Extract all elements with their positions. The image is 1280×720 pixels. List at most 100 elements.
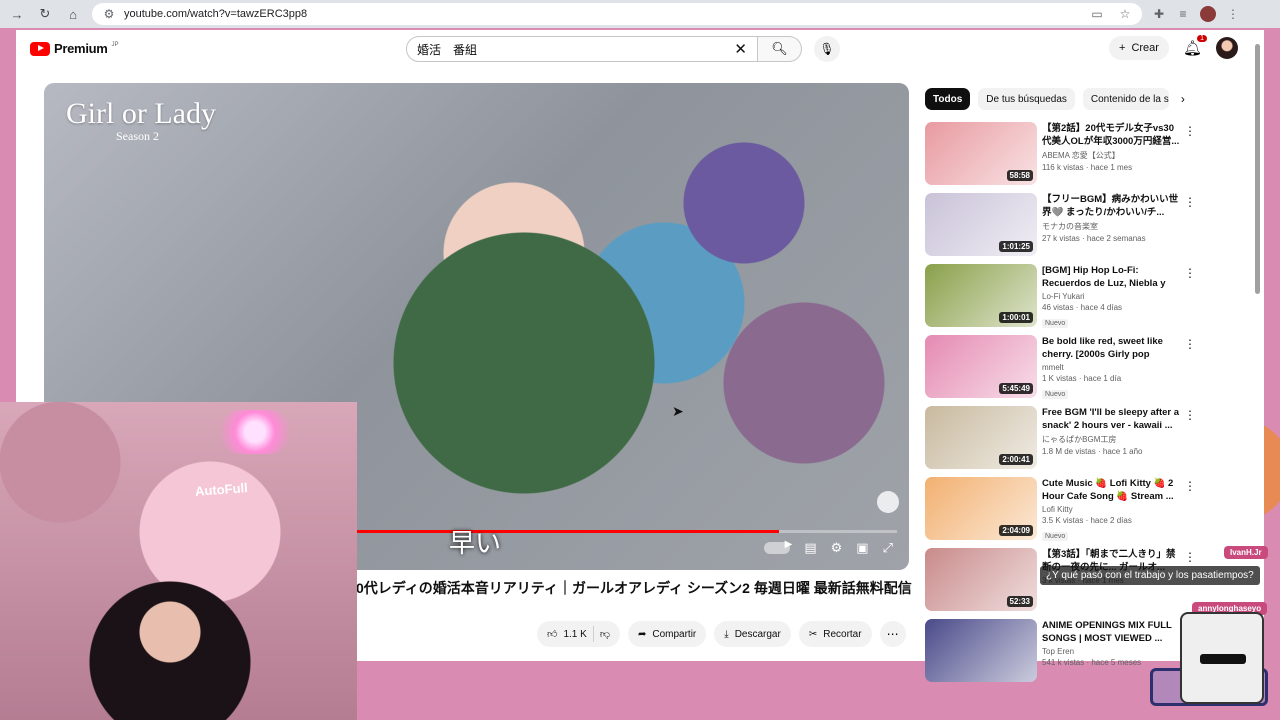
home-icon[interactable]: ⌂ xyxy=(64,5,82,23)
recommendation-info: 【フリーBGM】病みかわいい世界🩶 まったり/かわいい/チ... モナカの音楽室 2… xyxy=(1042,193,1182,243)
share-button[interactable]: ➦ Compartir xyxy=(627,621,707,647)
video-duration: 52:33 xyxy=(1006,596,1033,607)
recommendation-item[interactable]: 5:45:49 Be bold like red, sweet like cher… xyxy=(925,335,1196,406)
chat-message: ¿Y qué pasó con el trabajo y los pasatie… xyxy=(1040,566,1260,585)
video-thumbnail[interactable]: 2:04:09 xyxy=(925,477,1037,540)
recommendation-info: Cute Music 🍓 Lofi Kitty 🍓 2 Hour Cafe So… xyxy=(1042,477,1182,543)
video-thumbnail[interactable]: 1:00:01 xyxy=(925,264,1037,327)
search-button[interactable]: 🔍︎ xyxy=(758,36,802,62)
browser-profile-avatar[interactable] xyxy=(1200,6,1216,22)
media-icon[interactable]: ≡ xyxy=(1176,7,1190,21)
dislike-button[interactable]: 👎︎ xyxy=(600,628,610,640)
channel-name: モナカの音楽室 xyxy=(1042,222,1098,231)
create-label: Crear xyxy=(1131,42,1159,54)
recommendation-title: Be bold like red, sweet like cherry. [20… xyxy=(1042,336,1163,360)
more-options-icon[interactable]: ⋮ xyxy=(1184,195,1196,209)
recommendation-item[interactable]: 1:00:01 [BGM] Hip Hop Lo-Fi: Recuerdos de… xyxy=(925,264,1196,335)
view-count-age: 1 K vistas · hace 1 día xyxy=(1042,374,1122,383)
forward-icon[interactable]: → xyxy=(8,5,26,23)
create-button[interactable]: + Crear xyxy=(1109,36,1169,60)
new-badge: Nuevo xyxy=(1042,532,1069,541)
bell-icon: 🔔︎ xyxy=(1182,40,1202,57)
chip-all[interactable]: Todos xyxy=(925,88,971,110)
like-dislike-group: 👍︎ 1.1 K 👎︎ xyxy=(537,621,620,647)
recommendation-title: Cute Music 🍓 Lofi Kitty 🍓 2 Hour Cafe So… xyxy=(1042,478,1174,502)
account-avatar[interactable] xyxy=(1216,37,1238,59)
more-options-icon[interactable]: ⋮ xyxy=(1184,337,1196,351)
chevron-right-icon[interactable]: › xyxy=(1181,92,1185,106)
channel-watermark[interactable] xyxy=(877,491,899,513)
download-label: Descargar xyxy=(734,628,781,640)
video-thumbnail[interactable]: 1:01:25 xyxy=(925,193,1037,256)
address-bar[interactable]: ⚙ youtube.com/watch?v=tawzERC3pp8 ▭ ☆ xyxy=(92,3,1142,25)
settings-gear-icon[interactable]: ⚙ xyxy=(831,540,843,556)
recommendation-title: 【フリーBGM】病みかわいい世界🩶 まったり/かわいい/チ... xyxy=(1042,194,1179,218)
youtube-logo[interactable]: Premium JP xyxy=(30,41,119,56)
subtitles-icon[interactable]: ▤ xyxy=(804,540,816,556)
youtube-play-icon xyxy=(30,41,50,56)
video-thumbnail[interactable]: 58:58 xyxy=(925,122,1037,185)
more-options-icon[interactable]: ⋮ xyxy=(1184,266,1196,280)
more-options-icon[interactable]: ⋮ xyxy=(1184,408,1196,422)
recommendation-info: Free BGM 'I'll be sleepy after a snack' … xyxy=(1042,406,1182,456)
cast-icon[interactable]: ▭ xyxy=(1090,7,1104,21)
show-title: Girl or Lady xyxy=(66,97,216,130)
player-controls: ▤ ⚙ ▣ ⤢ xyxy=(764,539,893,556)
more-horizontal-icon: ⋯ xyxy=(886,627,899,641)
chip-series-content[interactable]: Contenido de la ser xyxy=(1082,88,1169,110)
reload-icon[interactable]: ↻ xyxy=(36,5,54,23)
logo-region: JP xyxy=(111,41,119,48)
more-actions-button[interactable]: ⋯ xyxy=(879,621,906,647)
like-count: 1.1 K xyxy=(563,628,587,640)
webcam-overlay: AutoFull xyxy=(0,402,357,720)
clear-search-icon[interactable]: ✕ xyxy=(734,40,747,58)
view-count-age: 116 k vistas · hace 1 mes xyxy=(1042,163,1133,172)
miniplayer-icon[interactable]: ▣ xyxy=(856,540,868,556)
new-badge: Nuevo xyxy=(1042,390,1069,399)
video-duration: 1:00:01 xyxy=(999,312,1033,323)
fullscreen-icon[interactable]: ⤢ xyxy=(883,540,893,556)
page-scrollbar[interactable] xyxy=(1255,44,1260,294)
chip-from-searches[interactable]: De tus búsquedas xyxy=(978,88,1075,110)
video-thumbnail[interactable] xyxy=(925,619,1037,682)
browser-menu-icon[interactable]: ⋮ xyxy=(1226,7,1240,21)
video-thumbnail[interactable]: 5:45:49 xyxy=(925,335,1037,398)
extensions-icon[interactable]: ✚ xyxy=(1152,7,1166,21)
channel-name: Top Eren xyxy=(1042,647,1075,656)
recommendation-item[interactable]: 58:58 【第2話】20代モデル女子vs30代美人OLが年収3000万円経営..… xyxy=(925,122,1196,193)
more-options-icon[interactable]: ⋮ xyxy=(1184,479,1196,493)
more-options-icon[interactable]: ⋮ xyxy=(1184,124,1196,138)
share-label: Compartir xyxy=(652,628,697,640)
screen: → ↻ ⌂ ⚙ youtube.com/watch?v=tawzERC3pp8 … xyxy=(0,0,1280,720)
video-subtitle: 早い xyxy=(449,528,502,558)
search-bar: 婚活 番組 ✕ 🔍︎ 🎙︎ xyxy=(406,36,840,62)
recommendation-item[interactable]: 1:01:25 【フリーBGM】病みかわいい世界🩶 まったり/かわいい/チ... モ… xyxy=(925,193,1196,264)
microphone-icon: 🎙︎ xyxy=(819,42,835,56)
search-input[interactable]: 婚活 番組 ✕ xyxy=(406,36,758,62)
recommendation-item[interactable]: 2:00:41 Free BGM 'I'll be sleepy after a … xyxy=(925,406,1196,477)
clip-button[interactable]: ✂ Recortar xyxy=(798,621,872,647)
site-info-icon[interactable]: ⚙ xyxy=(102,7,116,21)
like-button[interactable]: 👍︎ xyxy=(547,628,557,640)
scissors-icon: ✂ xyxy=(808,628,818,640)
download-button[interactable]: ⤓ Descargar xyxy=(714,621,791,647)
video-thumbnail[interactable]: 2:00:41 xyxy=(925,406,1037,469)
video-duration: 2:00:41 xyxy=(999,454,1033,465)
voice-search-button[interactable]: 🎙︎ xyxy=(814,36,840,62)
notifications-button[interactable]: 🔔︎ 1 xyxy=(1182,35,1207,57)
video-actions: 👍︎ 1.1 K 👎︎ ➦ Compartir ⤓ Descargar ✂ Re… xyxy=(537,621,906,647)
bookmark-star-icon[interactable]: ☆ xyxy=(1118,7,1132,21)
yt-header: Premium JP 婚活 番組 ✕ 🔍︎ 🎙︎ + Crear 🔔︎ 1 xyxy=(16,30,1264,70)
video-duration: 5:45:49 xyxy=(999,383,1033,394)
recommendation-info: 【第2話】20代モデル女子vs30代美人OLが年収3000万円経営... ABEM… xyxy=(1042,122,1182,172)
recommendation-title: Free BGM 'I'll be sleepy after a snack' … xyxy=(1042,407,1180,431)
autoplay-toggle[interactable] xyxy=(764,539,792,554)
video-duration: 58:58 xyxy=(1006,170,1033,181)
logo-text: Premium xyxy=(54,41,108,56)
more-options-icon[interactable]: ⋮ xyxy=(1184,550,1196,564)
view-count-age: 3.5 K vistas · hace 2 días xyxy=(1042,516,1132,525)
recommendation-item[interactable]: 2:04:09 Cute Music 🍓 Lofi Kitty 🍓 2 Hour … xyxy=(925,477,1196,548)
video-title: 0代レディの婚活本音リアリティ｜ガールオアレディ シーズン2 毎週日曜 最新話無… xyxy=(356,580,912,596)
view-count-age: 541 k vistas · hace 5 meses xyxy=(1042,658,1142,667)
video-thumbnail[interactable]: 52:33 xyxy=(925,548,1037,611)
